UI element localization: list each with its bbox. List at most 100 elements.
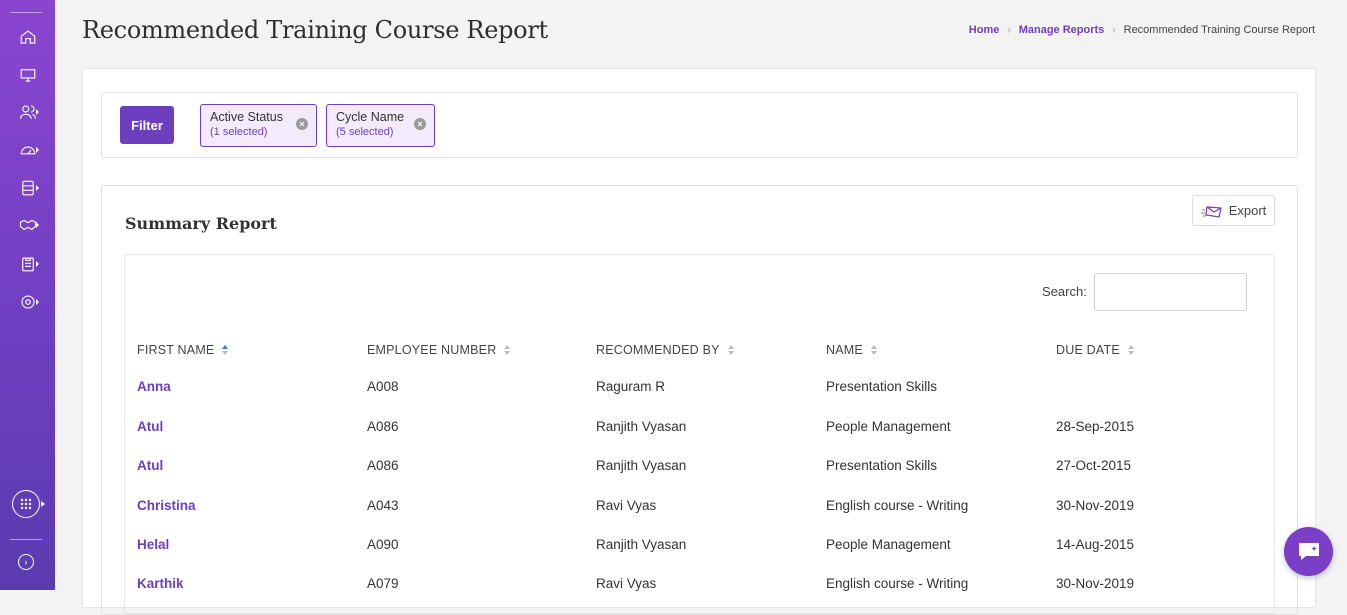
chip-title: Active Status (210, 110, 283, 124)
remove-chip-icon[interactable]: × (296, 118, 308, 130)
cell-due-date: 14-Aug-2015 (1056, 537, 1135, 552)
caret-icon (36, 261, 39, 267)
apps-grid-icon (20, 498, 32, 510)
chat-icon (1298, 542, 1319, 560)
sort-icon (504, 344, 511, 356)
column-label: EMPLOYEE NUMBER (367, 343, 497, 357)
filter-bar: Filter Active Status (1 selected) × Cycl… (101, 92, 1298, 158)
cell-employee-number: A086 (367, 419, 399, 434)
home-icon (20, 30, 35, 44)
sort-icon (870, 344, 878, 356)
expand-icon[interactable]: › (18, 554, 34, 570)
caret-icon (41, 501, 45, 507)
column-label: RECOMMENDED BY (596, 343, 720, 357)
chevron-right-icon: › (1112, 24, 1116, 36)
nav-handshake[interactable] (0, 210, 55, 240)
cell-first-name[interactable]: Anna (137, 379, 171, 394)
sidebar: › (0, 0, 55, 590)
breadcrumb: Home › Manage Reports › Recommended Trai… (969, 24, 1315, 36)
caret-icon (36, 185, 39, 191)
cell-first-name[interactable]: Christina (137, 498, 196, 513)
sort-icon (727, 344, 735, 356)
column-header-employee-number[interactable]: EMPLOYEE NUMBER (367, 343, 511, 357)
cell-course-name: English course - Writing (826, 498, 969, 513)
cell-course-name: People Management (826, 537, 951, 552)
filter-button[interactable]: Filter (120, 106, 174, 144)
search-input[interactable] (1094, 273, 1247, 311)
caret-icon (36, 299, 39, 305)
cell-recommended-by: Ravi Vyas (596, 498, 657, 513)
column-label: DUE DATE (1056, 343, 1120, 357)
cell-due-date: 28-Sep-2015 (1056, 419, 1135, 434)
chat-widget-button[interactable] (1284, 527, 1333, 576)
breadcrumb-manage-reports[interactable]: Manage Reports (1019, 24, 1105, 36)
nav-database[interactable] (0, 173, 55, 203)
data-table: Search: FIRST NAME EMPLOYEE NUMBER RECOM… (124, 254, 1275, 614)
cell-first-name[interactable]: Helal (137, 537, 169, 552)
chip-title: Cycle Name (336, 110, 405, 124)
column-label: FIRST NAME (137, 343, 215, 357)
cell-employee-number: A008 (367, 379, 399, 394)
cell-course-name: People Management (826, 419, 951, 434)
cell-employee-number: A079 (367, 576, 399, 591)
users-icon (19, 105, 36, 119)
cell-course-name: English course - Writing (826, 576, 969, 591)
sort-asc-icon (222, 344, 229, 356)
search-label: Search: (1042, 284, 1087, 299)
settings-icon (20, 295, 35, 309)
nav-users[interactable] (0, 97, 55, 127)
export-icon (1200, 205, 1222, 218)
sort-icon (1127, 344, 1135, 356)
monitor-icon (20, 69, 35, 82)
cell-recommended-by: Ranjith Vyasan (596, 419, 687, 434)
cell-employee-number: A043 (367, 498, 399, 513)
cell-employee-number: A086 (367, 458, 399, 473)
cell-due-date: 30-Nov-2019 (1056, 498, 1135, 513)
cell-first-name[interactable]: Atul (137, 419, 163, 434)
nav-dashboard[interactable] (0, 135, 55, 165)
nav-settings[interactable] (0, 287, 55, 317)
column-label: NAME (826, 343, 863, 357)
export-label: Export (1228, 203, 1267, 218)
filter-chip-active-status[interactable]: Active Status (1 selected) × (200, 104, 317, 147)
dashboard-icon (20, 146, 35, 155)
nav-monitor[interactable] (0, 60, 55, 90)
sidebar-divider (10, 539, 42, 540)
page-title: Recommended Training Course Report (82, 16, 548, 44)
cell-due-date: 27-Oct-2015 (1056, 458, 1132, 473)
cell-due-date: 30-Nov-2019 (1056, 576, 1135, 591)
filter-chip-cycle-name[interactable]: Cycle Name (5 selected) × (326, 104, 435, 147)
cell-recommended-by: Ranjith Vyasan (596, 537, 687, 552)
nav-home[interactable] (0, 22, 55, 52)
chip-subtitle: (5 selected) (336, 126, 394, 138)
breadcrumb-current: Recommended Training Course Report (1123, 24, 1315, 36)
caret-icon (36, 109, 39, 115)
database-icon (21, 180, 34, 196)
column-header-recommended-by[interactable]: RECOMMENDED BY (596, 343, 735, 357)
remove-chip-icon[interactable]: × (414, 118, 426, 130)
apps-button[interactable] (12, 490, 40, 518)
cell-recommended-by: Ravi Vyas (596, 576, 657, 591)
cell-first-name[interactable]: Karthik (137, 576, 184, 591)
cell-recommended-by: Raguram R (596, 379, 666, 394)
nav-clipboard[interactable] (0, 249, 55, 279)
breadcrumb-home[interactable]: Home (969, 24, 1000, 36)
chevron-right-icon: › (1007, 24, 1011, 36)
handshake-icon (19, 219, 36, 231)
column-header-due-date[interactable]: DUE DATE (1056, 343, 1135, 357)
cell-course-name: Presentation Skills (826, 379, 938, 394)
column-header-first-name[interactable]: FIRST NAME (137, 343, 229, 357)
export-button[interactable]: Export (1192, 195, 1275, 226)
caret-icon (36, 147, 39, 153)
caret-icon (36, 222, 39, 228)
cell-employee-number: A090 (367, 537, 399, 552)
report-card: Filter Active Status (1 selected) × Cycl… (82, 68, 1316, 615)
clipboard-icon (21, 257, 34, 272)
cell-first-name[interactable]: Atul (137, 458, 163, 473)
summary-section: Summary Report Export Search: FIRST NAME… (101, 185, 1298, 615)
column-header-name[interactable]: NAME (826, 343, 878, 357)
summary-title: Summary Report (125, 214, 277, 233)
sidebar-divider (10, 12, 42, 13)
cell-course-name: Presentation Skills (826, 458, 938, 473)
chip-subtitle: (1 selected) (210, 126, 268, 138)
